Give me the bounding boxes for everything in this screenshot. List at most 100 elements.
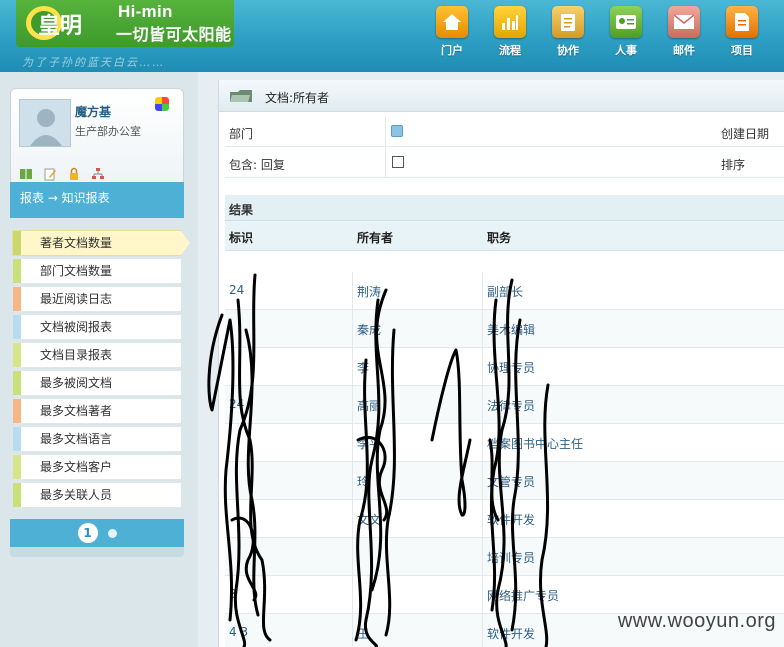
column-header-title[interactable]: 职务 — [487, 229, 511, 246]
table-row[interactable]: 24 高丽 法律专员 — [225, 386, 784, 424]
cell-title: 软件开发 — [487, 513, 536, 527]
cell-owner[interactable]: 高丽 — [357, 397, 381, 414]
cell-owner[interactable]: 玲 — [357, 473, 369, 490]
search-icon[interactable] — [391, 125, 403, 137]
menu-stripe — [13, 427, 21, 451]
cell-owner[interactable]: 文文 — [357, 511, 381, 528]
nav-label: 邮件 — [673, 44, 695, 57]
cell-owner[interactable]: 李平 — [357, 435, 381, 452]
cell-title: 协理专员 — [487, 361, 536, 375]
table-row[interactable]: 李 协理专员 — [225, 348, 784, 386]
report-menu: 著者文档数量 部门文档数量 最近阅读日志 文档被阅报表 文档目录报表 最多被阅文… — [12, 230, 190, 510]
cell-id[interactable]: 4 3 — [229, 625, 248, 639]
table-row[interactable]: 文文 软件开发 — [225, 500, 784, 538]
user-name[interactable]: 魔方基 — [75, 103, 111, 120]
brand-tagline: 为了子孙的蓝天白云…… — [22, 56, 165, 69]
menu-item-label: 最多文档客户 — [40, 460, 113, 474]
user-card: 魔方基 生产部办公室 — [10, 88, 184, 188]
nav-workflow[interactable]: 流程 — [482, 6, 538, 58]
theme-palette-icon[interactable] — [155, 97, 169, 111]
table-row[interactable]: 玲 文管专员 — [225, 462, 784, 500]
menu-stripe — [13, 399, 21, 423]
brand-name: Hi-min — [118, 2, 173, 21]
cell-title: 美术编辑 — [487, 323, 536, 337]
page-title: 文档:所有者 — [265, 91, 330, 105]
menu-item-dept-doc-count[interactable]: 部门文档数量 — [12, 258, 182, 284]
cell-id[interactable]: 3 — [229, 587, 237, 601]
sidebar-footer — [10, 547, 184, 557]
menu-item-label: 文档目录报表 — [40, 348, 113, 362]
menu-item-label: 最多文档著者 — [40, 404, 113, 418]
include-reply-label: 包含: 回复 — [229, 158, 285, 172]
nav-portal[interactable]: 门户 — [424, 6, 480, 58]
report-panel: 文档:所有者 部门 创建日期 包含: 回复 排序 结果 标识 所有者 职务 24 — [218, 80, 784, 647]
menu-item-label: 最多关联人员 — [40, 488, 113, 502]
menu-item-label: 文档被阅报表 — [40, 320, 113, 334]
nav-label: 人事 — [615, 44, 637, 57]
avatar[interactable] — [19, 99, 71, 147]
cell-title: 法律专员 — [487, 399, 536, 413]
menu-stripe — [13, 315, 21, 339]
cell-owner[interactable]: 荆涛 — [357, 283, 381, 300]
cell-owner[interactable]: 李 — [357, 359, 369, 376]
book-icon[interactable] — [19, 167, 33, 181]
department-label: 部门 — [229, 127, 254, 141]
table-row[interactable]: 李平 档案图书中心主任 — [225, 424, 784, 462]
column-header-id[interactable]: 标识 — [229, 229, 253, 246]
menu-item-label: 最近阅读日志 — [40, 292, 113, 306]
menu-item-doc-read-report[interactable]: 文档被阅报表 — [12, 314, 182, 340]
table-row[interactable]: 秦成 美术编辑 — [225, 310, 784, 348]
menu-stripe — [13, 343, 21, 367]
pager-page-2[interactable] — [107, 528, 117, 538]
brand-logo-text: 皇明 — [38, 14, 83, 39]
pager-page-1[interactable]: 1 — [77, 523, 98, 543]
table-row[interactable]: 3 网络推广专员 — [225, 576, 784, 614]
org-chart-icon[interactable] — [91, 167, 105, 181]
menu-stripe — [13, 371, 21, 395]
edit-icon[interactable] — [43, 167, 57, 181]
bar-chart-icon — [494, 6, 526, 38]
menu-item-most-related-people[interactable]: 最多关联人员 — [12, 482, 182, 508]
menu-item-label: 著者文档数量 — [40, 236, 113, 250]
cell-owner[interactable]: 秦成 — [357, 321, 381, 338]
nav-collaboration[interactable]: 协作 — [540, 6, 596, 58]
nav-hr[interactable]: 人事 — [598, 6, 654, 58]
menu-item-recent-read-log[interactable]: 最近阅读日志 — [12, 286, 182, 312]
sidebar: 魔方基 生产部办公室 报表 → 知识报表 著者文档数量 部门文档数量 最近阅读日… — [0, 72, 198, 647]
nav-mail[interactable]: 邮件 — [656, 6, 712, 58]
include-reply-checkbox[interactable] — [392, 156, 404, 168]
menu-item-doc-catalog-report[interactable]: 文档目录报表 — [12, 342, 182, 368]
cell-id[interactable]: 24 — [229, 283, 244, 297]
top-navigation: 门户 流程 协作 人事 邮件 项目 — [424, 6, 770, 58]
table-header: 标识 所有者 职务 — [225, 221, 784, 251]
brand-logo[interactable]: 皇明 Hi-min 一切皆可太阳能 — [16, 0, 234, 47]
cell-title: 文管专员 — [487, 475, 536, 489]
nav-project[interactable]: 项目 — [714, 6, 770, 58]
report-folder-icon — [230, 90, 252, 102]
home-icon — [436, 6, 468, 38]
table-row[interactable]: 培训专员 — [225, 538, 784, 576]
lock-icon[interactable] — [67, 167, 81, 181]
menu-item-most-doc-languages[interactable]: 最多文档语言 — [12, 426, 182, 452]
menu-item-most-doc-customers[interactable]: 最多文档客户 — [12, 454, 182, 480]
results-header: 结果 — [225, 195, 784, 221]
created-date-label: 创建日期 — [721, 127, 770, 141]
user-department: 生产部办公室 — [75, 125, 141, 138]
menu-stripe — [13, 455, 21, 479]
menu-item-author-doc-count[interactable]: 著者文档数量 — [12, 230, 190, 256]
menu-item-most-doc-authors[interactable]: 最多文档著者 — [12, 398, 182, 424]
document-icon — [726, 6, 758, 38]
cell-id[interactable]: 24 — [229, 397, 244, 411]
department-field[interactable] — [385, 117, 719, 146]
menu-item-label: 最多文档语言 — [40, 432, 113, 446]
brand-slogan: 一切皆可太阳能 — [116, 25, 232, 44]
menu-item-most-read-docs[interactable]: 最多被阅文档 — [12, 370, 182, 396]
table-row[interactable]: 24 荆涛 副部长 — [225, 272, 784, 310]
id-card-icon — [610, 6, 642, 38]
watermark: www.wooyun.org — [617, 610, 776, 632]
nav-label: 项目 — [731, 44, 753, 57]
cell-title: 档案图书中心主任 — [487, 437, 584, 451]
cell-owner[interactable]: 王 — [357, 625, 369, 642]
column-header-owner[interactable]: 所有者 — [357, 229, 393, 246]
report-title-bar: 文档:所有者 — [219, 80, 784, 112]
